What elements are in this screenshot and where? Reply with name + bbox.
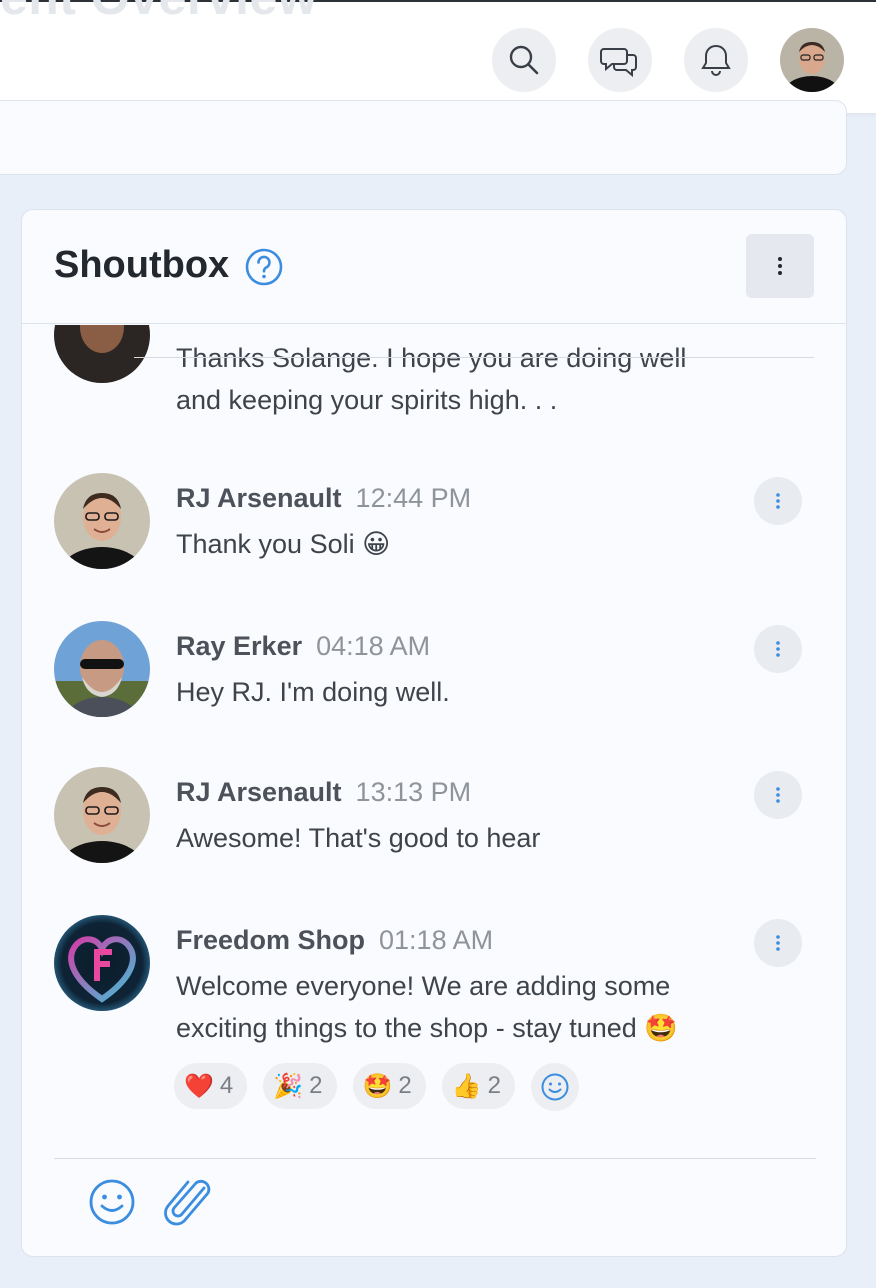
message-text: Awesome! That's good to hear (176, 823, 541, 853)
reaction-count: 2 (487, 1072, 501, 1099)
message-time: 13:13 PM (355, 777, 472, 807)
message-options-button[interactable] (754, 919, 802, 967)
compose-divider (54, 1158, 816, 1159)
add-reaction-button[interactable] (531, 1063, 579, 1111)
user-avatar[interactable] (780, 28, 844, 92)
message-time: 04:18 AM (316, 631, 431, 661)
message-text: Welcome everyone! We are adding some (176, 971, 671, 1001)
message-time: 12:44 PM (355, 483, 472, 513)
previous-card (0, 100, 847, 175)
avatar[interactable] (54, 621, 150, 717)
message-text: Hey RJ. I'm doing well. (176, 677, 450, 707)
message-text: Thank you Soli 😀 (176, 529, 391, 559)
shoutbox-menu-button[interactable] (746, 234, 814, 298)
search-button[interactable] (492, 28, 556, 92)
search-icon (509, 45, 539, 75)
thumbs-up-emoji: 👍 (451, 1072, 482, 1100)
avatar (54, 325, 150, 383)
reaction-count: 2 (398, 1072, 412, 1099)
vertical-dots-icon (778, 257, 782, 275)
top-header: ent Overview (0, 0, 876, 113)
paperclip-icon[interactable] (162, 1174, 218, 1230)
message-options-button[interactable] (754, 771, 802, 819)
message-text-partial: Thanks Solange. I hope you are doing wel… (176, 343, 687, 373)
message-author[interactable]: Ray Erker 04:18 AM (176, 631, 430, 662)
avatar[interactable] (54, 767, 150, 863)
reaction-count: 2 (309, 1072, 323, 1099)
chat-icon (600, 48, 637, 77)
message-feed[interactable]: Thanks Solange. I hope you are doing wel… (22, 325, 846, 1145)
star-struck-emoji: 🤩 (362, 1072, 393, 1100)
message-author[interactable]: RJ Arsenault 12:44 PM (176, 483, 471, 514)
reaction-heart[interactable]: ❤️ 4 (174, 1063, 248, 1109)
shoutbox-card: Shoutbox Thanks Solange. I hope you are … (21, 209, 847, 1257)
question-circle-icon[interactable] (244, 247, 284, 287)
avatar[interactable] (54, 473, 150, 569)
smiley-icon (541, 1073, 569, 1101)
vertical-dots-icon (776, 935, 780, 951)
shoutbox-header: Shoutbox (22, 210, 846, 324)
message-author[interactable]: Freedom Shop 01:18 AM (176, 925, 493, 956)
message-author[interactable]: RJ Arsenault 13:13 PM (176, 777, 471, 808)
shoutbox-title: Shoutbox (54, 244, 230, 286)
reactions-bar: ❤️ 4 🎉 2 🤩 2 👍 2 (174, 1063, 579, 1111)
page-title-ghost: ent Overview (0, 0, 317, 26)
avatar[interactable] (54, 915, 150, 1011)
vertical-dots-icon (776, 493, 780, 509)
party-emoji: 🎉 (273, 1072, 304, 1100)
heart-emoji: ❤️ (184, 1072, 214, 1100)
smiley-icon[interactable] (84, 1174, 140, 1230)
reaction-count: 4 (219, 1072, 234, 1099)
vertical-dots-icon (776, 787, 780, 803)
bell-icon (701, 44, 731, 76)
message-options-button[interactable] (754, 625, 802, 673)
reaction-thumbs-up[interactable]: 👍 2 (441, 1063, 515, 1109)
notifications-button[interactable] (684, 28, 748, 92)
reaction-star-struck[interactable]: 🤩 2 (352, 1063, 426, 1109)
divider (134, 357, 814, 358)
message-options-button[interactable] (754, 477, 802, 525)
vertical-dots-icon (776, 641, 780, 657)
message-text: exciting things to the shop - stay tuned… (176, 1013, 678, 1043)
messages-button[interactable] (588, 28, 652, 92)
message-time: 01:18 AM (379, 925, 494, 955)
message-text: and keeping your spirits high. . . (176, 385, 558, 415)
reaction-party[interactable]: 🎉 2 (263, 1063, 337, 1109)
